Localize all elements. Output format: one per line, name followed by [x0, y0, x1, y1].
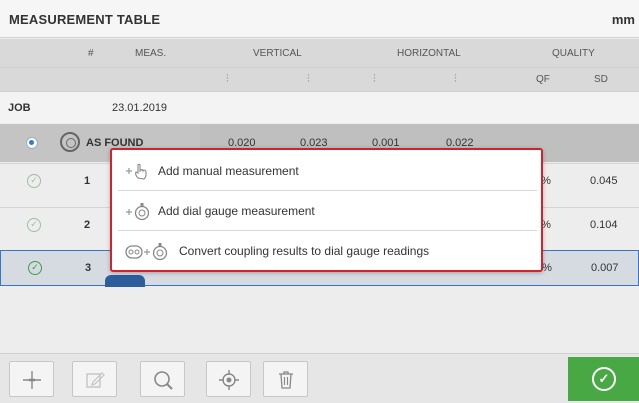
row-sd: 0.104	[590, 219, 618, 231]
target-icon	[218, 369, 240, 391]
row-check-icon[interactable]: ✓	[27, 218, 41, 232]
as-found-radio[interactable]	[26, 137, 38, 149]
row-number: 2	[84, 219, 91, 231]
sensor-icon	[105, 275, 145, 287]
column-header-horizontal: HORIZONTAL	[397, 48, 461, 59]
horizontal-offset-icon: ⫶	[373, 73, 376, 85]
edit-icon	[84, 369, 106, 389]
add-measurement-popup: Add manual measurement Add dial gauge me…	[110, 148, 543, 272]
row-number: 3	[85, 262, 92, 274]
confirm-button[interactable]: ✓	[568, 357, 639, 401]
column-header-vertical: VERTICAL	[253, 48, 302, 59]
job-date: 23.01.2019	[112, 102, 168, 114]
row-check-icon[interactable]: ✓	[28, 261, 42, 275]
delete-button[interactable]	[263, 361, 308, 397]
search-icon	[152, 369, 174, 390]
add-measurement-icon	[21, 369, 43, 390]
bottom-toolbar: ✓	[0, 353, 639, 403]
menu-item-add-manual[interactable]: Add manual measurement	[118, 152, 537, 191]
edit-button[interactable]	[72, 361, 117, 397]
vertical-offset-icon: ⫶	[226, 73, 229, 85]
page-title: MEASUREMENT TABLE	[9, 12, 161, 27]
row-check-icon[interactable]: ✓	[27, 174, 41, 188]
vertical-angle-icon: ⫶	[307, 73, 310, 85]
column-subheader-row: ⫶ ⫶ ⫶ ⫶ QF SD	[0, 67, 639, 91]
delete-icon	[275, 369, 297, 389]
row-sd: 0.045	[590, 175, 618, 187]
target-button[interactable]	[206, 361, 251, 397]
column-header-number: #	[88, 48, 94, 59]
coupling-to-gauge-icon	[124, 242, 174, 265]
menu-item-label: Add manual measurement	[158, 164, 299, 178]
check-circle-icon: ✓	[592, 367, 616, 391]
job-row: JOB 23.01.2019	[0, 91, 639, 123]
add-measurement-button[interactable]	[9, 361, 54, 397]
column-header-qf: QF	[536, 74, 550, 85]
dial-gauge-icon	[124, 202, 154, 225]
menu-item-convert-coupling[interactable]: Convert coupling results to dial gauge r…	[118, 232, 537, 271]
unit-label: mm	[611, 12, 635, 27]
menu-item-add-dial-gauge[interactable]: Add dial gauge measurement	[118, 192, 537, 231]
menu-item-label: Convert coupling results to dial gauge r…	[179, 244, 430, 258]
menu-item-label: Add dial gauge measurement	[158, 204, 315, 218]
coupling-icon	[60, 132, 80, 152]
search-button[interactable]	[140, 361, 185, 397]
row-sd: 0.007	[591, 262, 619, 274]
column-header-meas: MEAS.	[135, 48, 167, 59]
horizontal-angle-icon: ⫶	[454, 73, 457, 85]
column-header-row: # MEAS. VERTICAL HORIZONTAL QUALITY	[0, 39, 639, 67]
measurement-table-screen: MEASUREMENT TABLE mm # MEAS. VERTICAL HO…	[0, 0, 639, 403]
job-label: JOB	[8, 102, 31, 114]
column-header-sd: SD	[594, 74, 608, 85]
hand-pointer-icon	[124, 162, 154, 183]
column-header-quality: QUALITY	[552, 48, 595, 59]
title-bar: MEASUREMENT TABLE mm	[0, 0, 639, 38]
row-number: 1	[84, 175, 91, 187]
